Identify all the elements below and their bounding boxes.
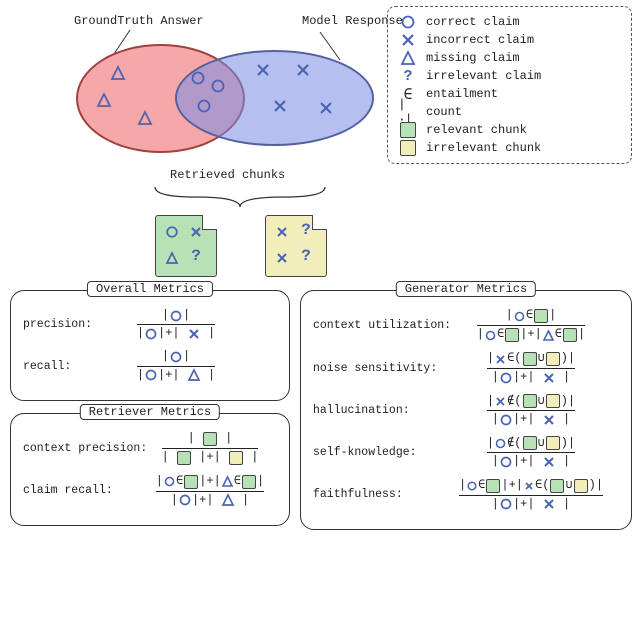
metric-panels: Overall Metrics precision: || ||+| | rec… [10, 290, 632, 530]
legend-label: entailment [426, 87, 498, 101]
retrieved-chunks-label: Retrieved chunks [170, 168, 285, 182]
metric-label: precision: [23, 318, 131, 331]
question-icon: ? [298, 222, 314, 238]
metric-self-knowledge: self-knowledge: |∉(∪)| ||+| | [313, 436, 621, 468]
gt-answer-label: GroundTruth Answer [74, 14, 204, 28]
cross-icon [398, 33, 418, 47]
legend-label: correct claim [426, 15, 520, 29]
cross-icon [272, 98, 288, 114]
generator-metrics-panel: Generator Metrics context utilization: |… [300, 290, 632, 530]
legend: correct claim incorrect claim missing cl… [387, 6, 632, 164]
metric-label: recall: [23, 360, 131, 373]
question-icon: ? [188, 248, 204, 264]
overall-metrics-panel: Overall Metrics precision: || ||+| | rec… [10, 290, 290, 401]
diagram-root: GroundTruth Answer Model Response Retrie… [0, 0, 640, 620]
triangle-icon [164, 250, 180, 266]
triangle-icon [110, 65, 126, 81]
metric-precision: precision: || ||+| | [23, 309, 279, 340]
legend-label: count [426, 105, 462, 119]
circle-icon [210, 78, 226, 94]
panel-title: Overall Metrics [87, 281, 213, 297]
triangle-icon [96, 92, 112, 108]
irrelevant-chunk: ? ? [265, 215, 327, 277]
legend-label: irrelevant claim [426, 69, 541, 83]
circle-icon [398, 15, 418, 29]
metric-label: noise sensitivity: [313, 362, 435, 375]
metric-faithfulness: faithfulness: |∈|+|∈(∪)| ||+| | [313, 479, 621, 511]
metric-label: context precision: [23, 442, 135, 455]
legend-label: missing claim [426, 51, 520, 65]
green-chip [400, 122, 416, 138]
circle-icon [190, 70, 206, 86]
metric-recall: recall: || ||+| | [23, 350, 279, 381]
legend-label: incorrect claim [426, 33, 534, 47]
retriever-metrics-panel: Retriever Metrics context precision: | |… [10, 413, 290, 526]
metric-context-precision: context precision: | | | |+| | [23, 432, 279, 465]
yellow-chip [400, 140, 416, 156]
legend-label: irrelevant chunk [426, 141, 541, 155]
panel-title: Generator Metrics [396, 281, 536, 297]
metric-claim-recall: claim recall: |∈|+|∈| ||+| | [23, 475, 279, 507]
metric-label: context utilization: [313, 319, 435, 332]
circle-icon [164, 224, 180, 240]
cross-icon [318, 100, 334, 116]
panel-title: Retriever Metrics [80, 404, 220, 420]
cross-icon [295, 62, 311, 78]
metric-context-utilization: context utilization: |∈| |∈|+|∈| [313, 309, 621, 342]
cross-icon [188, 224, 204, 240]
question-icon: ? [398, 68, 418, 85]
question-icon: ? [298, 248, 314, 264]
metric-label: claim recall: [23, 484, 135, 497]
brace-icon [150, 185, 330, 205]
relevant-chunk: ? [155, 215, 217, 277]
metric-label: hallucination: [313, 404, 435, 417]
venn-diagram: GroundTruth Answer Model Response Retrie… [40, 20, 380, 200]
cross-icon [255, 62, 271, 78]
triangle-icon [398, 51, 418, 65]
circle-icon [196, 98, 212, 114]
metric-noise-sensitivity: noise sensitivity: |∈(∪)| ||+| | [313, 352, 621, 384]
triangle-icon [137, 110, 153, 126]
metric-label: faithfulness: [313, 488, 435, 501]
metric-hallucination: hallucination: |∉(∪)| ||+| | [313, 394, 621, 426]
metric-label: self-knowledge: [313, 446, 435, 459]
cross-icon [274, 224, 290, 240]
legend-label: relevant chunk [426, 123, 527, 137]
cross-icon [274, 250, 290, 266]
